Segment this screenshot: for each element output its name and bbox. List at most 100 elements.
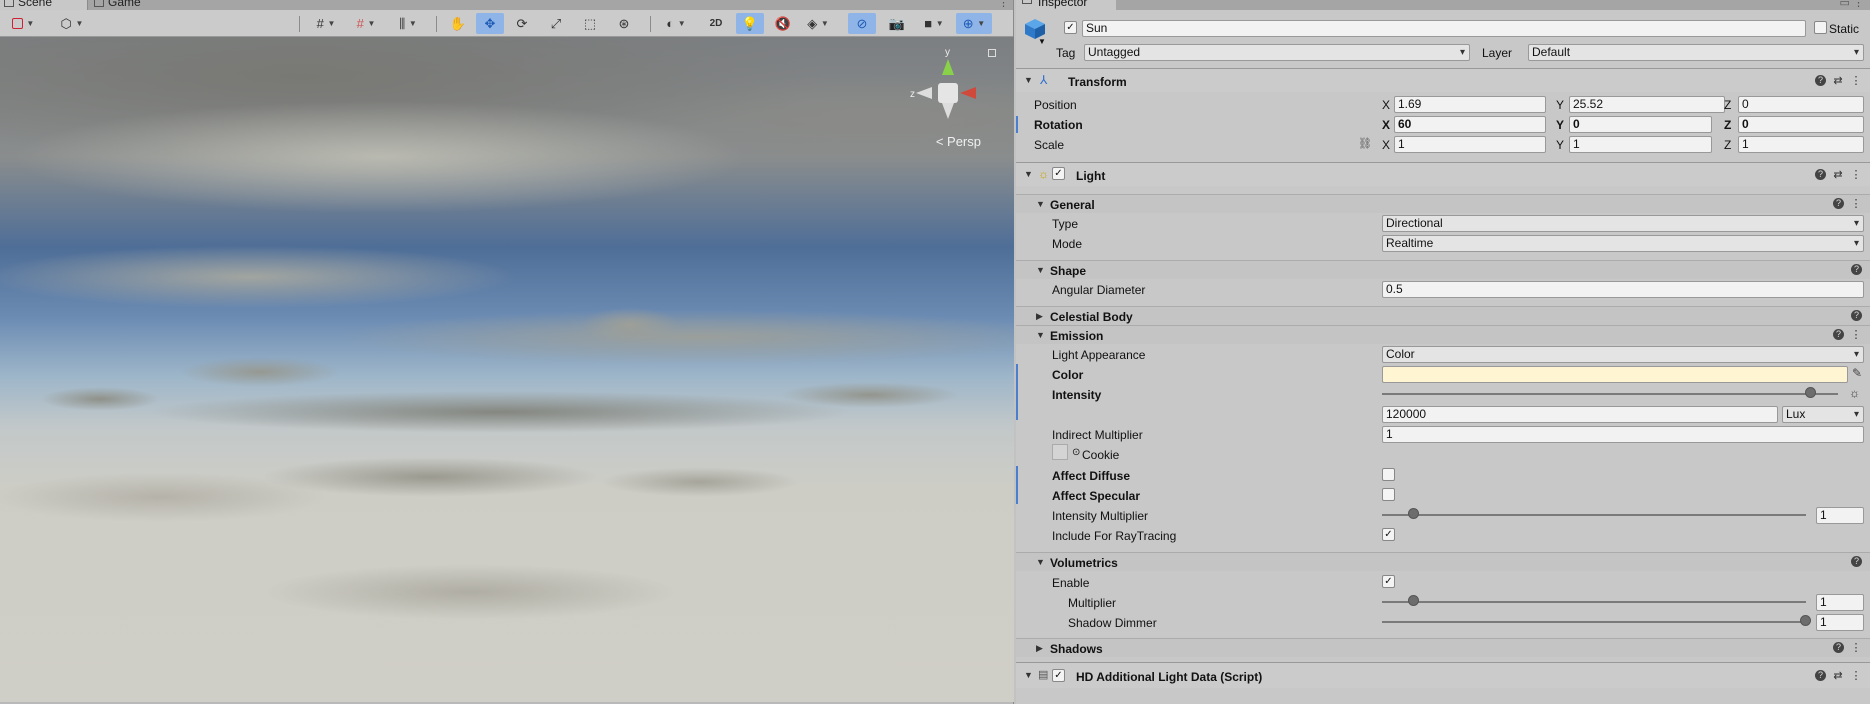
emission-header[interactable]: ▼ Emission ? ⋮ bbox=[1016, 325, 1870, 344]
scale-tool-button[interactable]: ⤢ bbox=[544, 13, 568, 34]
general-header[interactable]: ▼ General ? ⋮ bbox=[1016, 194, 1870, 213]
align-dropdown[interactable]: ⫼ ▼ bbox=[390, 13, 426, 34]
hd-data-foldout-icon[interactable]: ▼ bbox=[1024, 670, 1033, 680]
scale-x-field[interactable]: 1 bbox=[1394, 136, 1546, 153]
transform-header[interactable]: ▼ ⅄ Transform ? ⇄ ⋮ bbox=[1016, 68, 1870, 92]
help-icon[interactable]: ? bbox=[1833, 642, 1844, 653]
hidden-objects-toggle[interactable]: ⊘ bbox=[848, 13, 876, 34]
rotation-y-field[interactable]: 0 bbox=[1569, 116, 1712, 133]
help-icon[interactable]: ? bbox=[1815, 169, 1826, 180]
help-icon[interactable]: ? bbox=[1851, 264, 1862, 275]
shape-foldout-icon[interactable]: ▼ bbox=[1036, 265, 1045, 275]
emission-foldout-icon[interactable]: ▼ bbox=[1036, 330, 1045, 340]
indirect-multiplier-field[interactable]: 1 bbox=[1382, 426, 1864, 443]
gizmo-down-cone[interactable] bbox=[942, 103, 954, 119]
celestial-body-foldout-icon[interactable]: ▶ bbox=[1036, 311, 1043, 322]
render-mode-dropdown[interactable]: ⬡ ▼ bbox=[54, 13, 90, 34]
lock-icon[interactable] bbox=[988, 49, 996, 57]
menu-icon[interactable]: ⋮ bbox=[1850, 169, 1862, 181]
gizmo-z-cone[interactable] bbox=[916, 87, 932, 99]
help-icon[interactable]: ? bbox=[1851, 310, 1862, 321]
shape-header[interactable]: ▼ Shape ? bbox=[1016, 260, 1870, 279]
hd-data-enabled-checkbox[interactable]: ✓ bbox=[1052, 669, 1065, 682]
scale-y-field[interactable]: 1 bbox=[1569, 136, 1712, 153]
lighting-toggle[interactable]: 💡 bbox=[736, 13, 764, 34]
intensity-field[interactable]: 120000 bbox=[1382, 406, 1778, 423]
gizmo-x-cone[interactable] bbox=[960, 87, 976, 99]
cookie-picker-icon[interactable]: ⊙ bbox=[1072, 447, 1080, 458]
static-checkbox[interactable] bbox=[1814, 21, 1827, 34]
affect-diffuse-checkbox[interactable] bbox=[1382, 468, 1395, 481]
menu-icon[interactable]: ⋮ bbox=[1850, 198, 1862, 210]
cookie-thumbnail[interactable] bbox=[1052, 444, 1068, 460]
volumetric-multiplier-thumb[interactable] bbox=[1408, 595, 1419, 606]
volumetrics-header[interactable]: ▼ Volumetrics ? bbox=[1016, 552, 1870, 571]
angular-diameter-field[interactable]: 0.5 bbox=[1382, 281, 1864, 298]
intensity-multiplier-thumb[interactable] bbox=[1408, 508, 1419, 519]
rotate-tool-button[interactable]: ⟳ bbox=[510, 13, 534, 34]
shading-dropdown[interactable]: ◐ ▼ bbox=[658, 13, 694, 34]
menu-icon[interactable]: ⋮ bbox=[1850, 642, 1862, 654]
volumetric-multiplier-track[interactable] bbox=[1382, 601, 1806, 603]
menu-icon[interactable]: ⋮ bbox=[1850, 670, 1862, 682]
type-dropdown[interactable]: Directional bbox=[1382, 215, 1864, 232]
tag-dropdown[interactable]: Untagged bbox=[1084, 44, 1470, 61]
celestial-body-header[interactable]: ▶ Celestial Body ? bbox=[1016, 306, 1870, 325]
mode-dropdown[interactable]: Realtime bbox=[1382, 235, 1864, 252]
light-foldout-icon[interactable]: ▼ bbox=[1024, 169, 1033, 179]
projection-toggle[interactable]: < Persp bbox=[936, 134, 981, 149]
rect-tool-button[interactable]: ⬚ bbox=[578, 13, 602, 34]
help-icon[interactable]: ? bbox=[1833, 329, 1844, 340]
link-icon[interactable]: ⛓ bbox=[1358, 137, 1372, 150]
layer-dropdown[interactable]: Default bbox=[1528, 44, 1864, 61]
tab-game[interactable]: Game bbox=[90, 0, 170, 10]
menu-icon[interactable]: ⋮ bbox=[1850, 329, 1862, 341]
effects-dropdown[interactable]: ◈ ▼ bbox=[800, 13, 836, 34]
help-icon[interactable]: ? bbox=[1851, 556, 1862, 567]
help-icon[interactable]: ? bbox=[1815, 75, 1826, 86]
volumetrics-foldout-icon[interactable]: ▼ bbox=[1036, 557, 1045, 567]
help-icon[interactable]: ? bbox=[1833, 198, 1844, 209]
rotation-x-field[interactable]: 60 bbox=[1394, 116, 1546, 133]
intensity-unit-dropdown[interactable]: Lux bbox=[1782, 406, 1864, 423]
hand-tool-button[interactable]: ✋ bbox=[446, 13, 470, 34]
light-enabled-checkbox[interactable]: ✓ bbox=[1052, 167, 1065, 180]
grid-snap-dropdown[interactable]: # ▼ bbox=[308, 13, 344, 34]
move-tool-button[interactable]: ✥ bbox=[476, 13, 504, 34]
rotation-z-field[interactable]: 0 bbox=[1738, 116, 1864, 133]
include-raytracing-checkbox[interactable]: ✓ bbox=[1382, 528, 1395, 541]
intensity-multiplier-field[interactable]: 1 bbox=[1816, 507, 1864, 524]
increment-snap-dropdown[interactable]: # ▼ bbox=[348, 13, 384, 34]
shadow-dimmer-field[interactable]: 1 bbox=[1816, 614, 1864, 631]
gizmo-y-cone[interactable] bbox=[942, 59, 954, 75]
mode-2d-button[interactable]: 2D bbox=[702, 13, 730, 34]
scale-z-field[interactable]: 1 bbox=[1738, 136, 1864, 153]
hd-additional-light-data-header[interactable]: ▼ ▤ ✓ HD Additional Light Data (Script) … bbox=[1016, 662, 1870, 688]
affect-specular-checkbox[interactable] bbox=[1382, 488, 1395, 501]
gizmo-center-cube[interactable] bbox=[938, 83, 958, 103]
position-x-field[interactable]: 1.69 bbox=[1394, 96, 1546, 113]
volumetrics-enable-checkbox[interactable]: ✓ bbox=[1382, 575, 1395, 588]
preset-icon[interactable]: ⇄ bbox=[1832, 169, 1844, 181]
object-name-field[interactable]: Sun bbox=[1082, 20, 1806, 37]
scene-viewport[interactable]: y z < Persp bbox=[0, 37, 1014, 702]
menu-icon[interactable]: ⋮ bbox=[1850, 75, 1862, 87]
preset-icon[interactable]: ⇄ bbox=[1832, 75, 1844, 87]
tab-menu-icon[interactable]: ⋮ bbox=[998, 0, 1009, 9]
eyedropper-icon[interactable]: ✎ bbox=[1852, 366, 1862, 380]
draw-mode-dropdown[interactable]: ▼ bbox=[4, 13, 42, 34]
general-foldout-icon[interactable]: ▼ bbox=[1036, 199, 1045, 209]
preset-icon[interactable]: ⇄ bbox=[1832, 670, 1844, 682]
inspector-menu-icon[interactable]: ▭ ⋮ bbox=[1840, 0, 1864, 9]
help-icon[interactable]: ? bbox=[1815, 670, 1826, 681]
object-icon-caret[interactable]: ▼ bbox=[1038, 37, 1046, 46]
transform-foldout-icon[interactable]: ▼ bbox=[1024, 75, 1033, 85]
shadows-foldout-icon[interactable]: ▶ bbox=[1036, 643, 1043, 654]
position-y-field[interactable]: 25.52 bbox=[1569, 96, 1725, 113]
light-appearance-dropdown[interactable]: Color bbox=[1382, 346, 1864, 363]
camera-settings-button[interactable]: 📷 bbox=[884, 13, 910, 34]
scene-camera-dropdown[interactable]: ■ ▼ bbox=[916, 13, 952, 34]
intensity-slider-track[interactable] bbox=[1382, 393, 1838, 395]
position-z-field[interactable]: 0 bbox=[1738, 96, 1864, 113]
light-header[interactable]: ▼ ☼ ✓ Light ? ⇄ ⋮ bbox=[1016, 162, 1870, 186]
